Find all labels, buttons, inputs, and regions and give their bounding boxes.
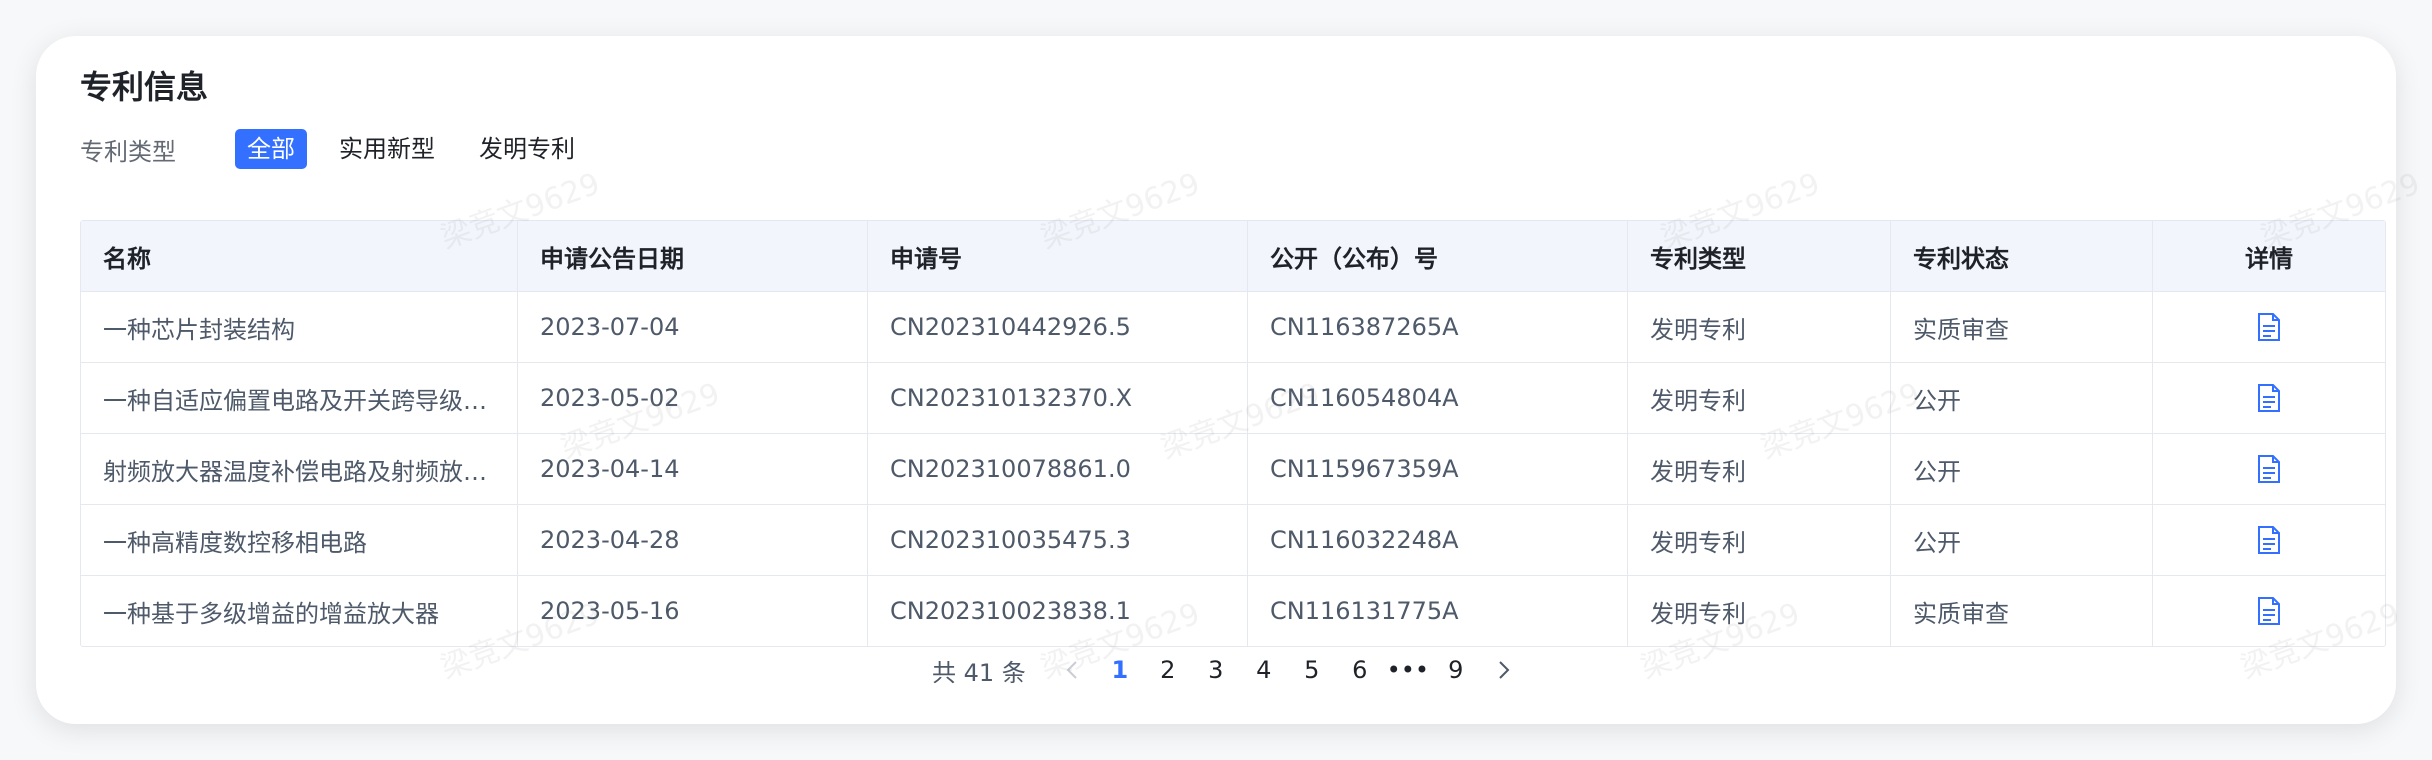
document-icon[interactable] bbox=[2257, 313, 2281, 341]
more-pages-ellipsis[interactable]: ••• bbox=[1384, 656, 1432, 684]
patent-type: 发明专利 bbox=[1628, 434, 1891, 504]
page-4[interactable]: 4 bbox=[1240, 656, 1288, 684]
table-row: 一种高精度数控移相电路 2023-04-28 CN202310035475.3 … bbox=[81, 505, 2385, 576]
patent-status: 公开 bbox=[1891, 434, 2153, 504]
document-icon[interactable] bbox=[2257, 526, 2281, 554]
application-number: CN202310023838.1 bbox=[868, 576, 1248, 646]
filter-invention[interactable]: 发明专利 bbox=[467, 129, 587, 169]
page-3[interactable]: 3 bbox=[1192, 656, 1240, 684]
application-date: 2023-05-02 bbox=[518, 363, 868, 433]
application-date: 2023-07-04 bbox=[518, 292, 868, 362]
table-row: 一种自适应偏置电路及开关跨导级… 2023-05-02 CN2023101323… bbox=[81, 363, 2385, 434]
patent-type: 发明专利 bbox=[1628, 505, 1891, 575]
table-row: 射频放大器温度补偿电路及射频放… 2023-04-14 CN2023100788… bbox=[81, 434, 2385, 505]
patent-status: 实质审查 bbox=[1891, 292, 2153, 362]
patent-type: 发明专利 bbox=[1628, 576, 1891, 646]
patent-status: 公开 bbox=[1891, 363, 2153, 433]
column-header-patent-status: 专利状态 bbox=[1891, 221, 2153, 291]
patent-type: 发明专利 bbox=[1628, 363, 1891, 433]
table-row: 一种芯片封装结构 2023-07-04 CN202310442926.5 CN1… bbox=[81, 292, 2385, 363]
application-number: CN202310078861.0 bbox=[868, 434, 1248, 504]
total-count: 共 41 条 bbox=[932, 658, 1026, 687]
application-date: 2023-05-16 bbox=[518, 576, 868, 646]
patent-name: 一种基于多级增益的增益放大器 bbox=[103, 599, 439, 628]
application-number: CN202310132370.X bbox=[868, 363, 1248, 433]
page-1[interactable]: 1 bbox=[1096, 656, 1144, 684]
application-date: 2023-04-28 bbox=[518, 505, 868, 575]
table-header: 名称 申请公告日期 申请号 公开（公布）号 专利类型 专利状态 详情 bbox=[81, 221, 2385, 292]
column-header-application-number: 申请号 bbox=[868, 221, 1248, 291]
column-header-details: 详情 bbox=[2245, 244, 2293, 273]
pagination: 共 41 条 1 2 3 4 5 6 ••• 9 bbox=[932, 650, 1528, 690]
patent-status: 公开 bbox=[1891, 505, 2153, 575]
application-number: CN202310035475.3 bbox=[868, 505, 1248, 575]
document-icon[interactable] bbox=[2257, 455, 2281, 483]
table-row: 一种基于多级增益的增益放大器 2023-05-16 CN202310023838… bbox=[81, 576, 2385, 646]
patent-table: 名称 申请公告日期 申请号 公开（公布）号 专利类型 专利状态 详情 一种芯片封… bbox=[80, 220, 2386, 647]
publication-number: CN116054804A bbox=[1248, 363, 1628, 433]
page-9[interactable]: 9 bbox=[1432, 656, 1480, 684]
column-header-patent-type: 专利类型 bbox=[1628, 221, 1891, 291]
application-date: 2023-04-14 bbox=[518, 434, 868, 504]
document-icon[interactable] bbox=[2257, 384, 2281, 412]
prev-page-button[interactable] bbox=[1048, 660, 1096, 680]
patent-name: 一种芯片封装结构 bbox=[103, 315, 295, 344]
patent-type-filter: 专利类型 全部 实用新型 发明专利 bbox=[80, 129, 607, 169]
patent-info-card: 专利信息 专利类型 全部 实用新型 发明专利 名称 申请公告日期 申请号 公开（… bbox=[36, 36, 2425, 724]
patent-name: 一种自适应偏置电路及开关跨导级… bbox=[103, 386, 487, 415]
document-icon[interactable] bbox=[2257, 597, 2281, 625]
chevron-right-icon bbox=[1499, 661, 1510, 679]
publication-number: CN116131775A bbox=[1248, 576, 1628, 646]
patent-type: 发明专利 bbox=[1628, 292, 1891, 362]
column-header-name: 名称 bbox=[81, 221, 518, 291]
column-header-date: 申请公告日期 bbox=[518, 221, 868, 291]
page-title: 专利信息 bbox=[80, 68, 209, 106]
filter-utility-model[interactable]: 实用新型 bbox=[327, 129, 447, 169]
publication-number: CN116387265A bbox=[1248, 292, 1628, 362]
patent-status: 实质审查 bbox=[1891, 576, 2153, 646]
page-2[interactable]: 2 bbox=[1144, 656, 1192, 684]
application-number: CN202310442926.5 bbox=[868, 292, 1248, 362]
filter-all[interactable]: 全部 bbox=[235, 129, 307, 169]
patent-name: 一种高精度数控移相电路 bbox=[103, 528, 367, 557]
column-header-publication-number: 公开（公布）号 bbox=[1248, 221, 1628, 291]
patent-name: 射频放大器温度补偿电路及射频放… bbox=[103, 457, 487, 486]
chevron-left-icon bbox=[1066, 661, 1077, 679]
publication-number: CN115967359A bbox=[1248, 434, 1628, 504]
publication-number: CN116032248A bbox=[1248, 505, 1628, 575]
filter-label: 专利类型 bbox=[80, 137, 176, 166]
page-5[interactable]: 5 bbox=[1288, 656, 1336, 684]
next-page-button[interactable] bbox=[1480, 660, 1528, 680]
page-6[interactable]: 6 bbox=[1336, 656, 1384, 684]
